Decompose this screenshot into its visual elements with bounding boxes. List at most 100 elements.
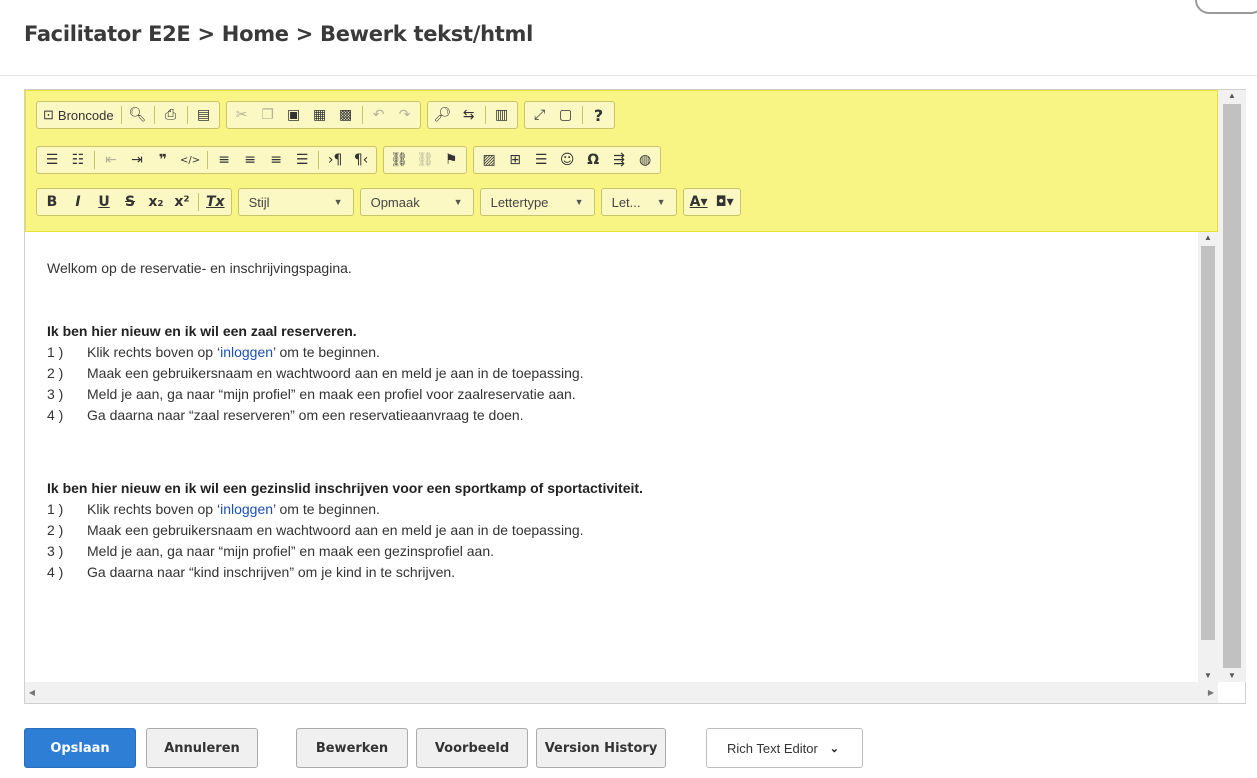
style-combo-label: Stijl (248, 194, 270, 210)
scroll-up-icon[interactable]: ▲ (1218, 90, 1246, 102)
redo-icon[interactable]: ↷ (393, 104, 417, 126)
print-icon[interactable]: ⎙ (159, 104, 183, 126)
action-bar: Opslaan Annuleren Bewerken Voorbeeld Ver… (24, 728, 1224, 768)
document-icon: ⊡ (43, 107, 54, 122)
anchor-icon[interactable]: ⚑ (439, 149, 463, 171)
justify-icon[interactable]: ☰ (290, 149, 314, 171)
subscript-icon[interactable]: x₂ (144, 191, 168, 213)
help-icon[interactable]: ? (587, 104, 611, 126)
preview-icon[interactable]: 🔍︎ (126, 104, 150, 126)
chevron-down-icon: ▼ (574, 197, 584, 207)
smiley-icon[interactable]: ☺ (555, 149, 579, 171)
version-history-button[interactable]: Version History (536, 728, 666, 768)
list-item: 2 ) Maak een gebruikersnaam en wachtwoord… (47, 522, 584, 538)
paste-word-icon[interactable]: ▩ (334, 104, 358, 126)
separator (484, 106, 486, 124)
ltr-icon[interactable]: ›¶ (323, 149, 347, 171)
underline-icon[interactable]: U (92, 191, 116, 213)
source-label: Broncode (57, 107, 114, 123)
style-combo[interactable]: Stijl ▼ (237, 188, 354, 216)
iframe-icon[interactable]: ◍ (633, 149, 657, 171)
toolbar-group-insert: ▨ ⊞ ☰ ☺ Ω ⇶ ◍ (473, 146, 662, 174)
scroll-down-icon[interactable]: ▼ (1218, 670, 1246, 682)
maximize-icon[interactable]: ⤢ (528, 104, 552, 126)
list-item: 3 ) Meld je aan, ga naar “mijn profiel” e… (47, 386, 576, 402)
format-combo-label: Opmaak (370, 194, 420, 210)
separator (153, 106, 155, 124)
save-button[interactable]: Opslaan (24, 728, 136, 768)
frame-vertical-scrollbar[interactable]: ▲ ▼ (1218, 90, 1246, 682)
image-icon[interactable]: ▨ (477, 149, 501, 171)
div-icon[interactable]: </> (177, 149, 203, 171)
separator (94, 151, 95, 169)
scrollbar-thumb[interactable] (1201, 246, 1215, 640)
templates-icon[interactable]: ▤ (192, 104, 216, 126)
link-icon[interactable]: ⛓ (387, 149, 411, 171)
bullet-list-icon[interactable]: ☷ (66, 149, 90, 171)
select-all-icon[interactable]: ▥ (490, 104, 514, 126)
separator (581, 106, 583, 124)
section-heading-sportkamp: Ik ben hier nieuw en ik wil een gezinsli… (47, 480, 643, 496)
scroll-up-icon[interactable]: ▲ (1198, 232, 1218, 244)
toolbar-group-document: ⊡ Broncode 🔍︎ ⎙ ▤ (36, 101, 220, 129)
scroll-down-icon[interactable]: ▼ (1198, 670, 1218, 682)
undo-icon[interactable]: ↶ (367, 104, 391, 126)
toolbar-row-1: ⊡ Broncode 🔍︎ ⎙ ▤ ✂ ❐ ▣ ▦ ▩ ↶ ↷ 🔎︎ ⇆ ▥ ⤢… (36, 101, 615, 129)
italic-icon[interactable]: I (66, 191, 90, 213)
inloggen-link[interactable]: inloggen (220, 501, 273, 517)
edit-button[interactable]: Bewerken (296, 728, 408, 768)
align-left-icon[interactable]: ≡ (212, 149, 236, 171)
chevron-down-icon: ▼ (656, 197, 666, 207)
indent-icon[interactable]: ⇥ (125, 149, 149, 171)
table-icon[interactable]: ⊞ (503, 149, 527, 171)
show-blocks-icon[interactable]: ▢ (554, 104, 578, 126)
replace-icon[interactable]: ⇆ (457, 104, 481, 126)
align-center-icon[interactable]: ≡ (238, 149, 262, 171)
cancel-button[interactable]: Annuleren (146, 728, 258, 768)
editor-mode-select[interactable]: Rich Text Editor ⌄ (706, 728, 863, 768)
scrollbar-thumb[interactable] (1223, 104, 1241, 668)
copy-icon[interactable]: ❐ (256, 104, 280, 126)
numbered-list-icon[interactable]: ☰ (40, 149, 64, 171)
blockquote-icon[interactable]: ❞ (151, 149, 175, 171)
outdent-icon[interactable]: ⇤ (99, 149, 123, 171)
font-combo[interactable]: Lettertype ▼ (479, 188, 595, 216)
source-button[interactable]: ⊡ Broncode (40, 104, 117, 126)
bg-color-icon[interactable]: ◘▾ (713, 191, 737, 213)
unlink-icon[interactable]: ⛓ (413, 149, 437, 171)
superscript-icon[interactable]: x² (170, 191, 194, 213)
separator (207, 151, 209, 169)
rtl-icon[interactable]: ¶‹ (349, 149, 373, 171)
separator (120, 106, 122, 124)
page-break-icon[interactable]: ⇶ (607, 149, 631, 171)
bold-icon[interactable]: B (40, 191, 64, 213)
scroll-right-icon[interactable]: ▶ (1204, 682, 1218, 703)
size-combo[interactable]: Let... ▼ (600, 188, 677, 216)
text-color-icon[interactable]: A▾ (687, 191, 711, 213)
separator (198, 193, 199, 211)
toolbar-group-basicstyles: B I U S x₂ x² Tx (36, 188, 232, 216)
editor-mode-value: Rich Text Editor (727, 740, 818, 756)
align-right-icon[interactable]: ≡ (264, 149, 288, 171)
format-combo[interactable]: Opmaak ▼ (359, 188, 474, 216)
size-combo-label: Let... (611, 194, 641, 210)
editor-content[interactable]: Welkom op de reservatie- en inschrijving… (25, 232, 1198, 682)
horizontal-scrollbar[interactable]: ◀ ▶ (25, 682, 1218, 703)
inloggen-link[interactable]: inloggen (220, 344, 273, 360)
content-vertical-scrollbar[interactable]: ▲ ▼ (1198, 232, 1218, 682)
paste-icon[interactable]: ▣ (282, 104, 306, 126)
find-icon[interactable]: 🔎︎ (431, 104, 455, 126)
paste-text-icon[interactable]: ▦ (308, 104, 332, 126)
font-combo-label: Lettertype (490, 194, 549, 210)
list-item: 4 ) Ga daarna naar “kind inschrijven” om … (47, 564, 456, 580)
special-char-icon[interactable]: Ω (581, 149, 605, 171)
toolbar-group-paragraph: ☰ ☷ ⇤ ⇥ ❞ </> ≡ ≡ ≡ ☰ ›¶ ¶‹ (36, 146, 378, 174)
hr-icon[interactable]: ☰ (529, 149, 553, 171)
cut-icon[interactable]: ✂ (230, 104, 254, 126)
preview-button[interactable]: Voorbeeld (416, 728, 528, 768)
remove-format-icon[interactable]: Tx (203, 191, 228, 213)
chevron-down-icon: ▼ (333, 197, 343, 207)
strike-icon[interactable]: S (118, 191, 142, 213)
chevron-down-icon: ▼ (453, 197, 463, 207)
scroll-left-icon[interactable]: ◀ (25, 682, 39, 703)
